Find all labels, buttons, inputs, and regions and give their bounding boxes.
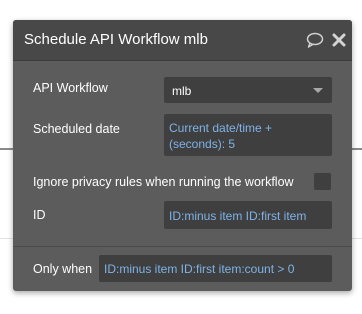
scheduled-date-label: Scheduled date <box>33 122 120 136</box>
panel-title: Schedule API Workflow mlb <box>24 31 208 48</box>
background-line <box>0 148 14 150</box>
id-field[interactable]: ID:minus item ID:first item <box>164 201 332 229</box>
chevron-down-icon <box>313 88 323 93</box>
divider <box>13 246 352 247</box>
comment-icon[interactable] <box>306 32 324 48</box>
only-when-label: Only when <box>33 262 93 276</box>
close-icon[interactable] <box>332 33 346 47</box>
scheduled-date-field[interactable]: Current date/time + (seconds): 5 <box>164 114 332 156</box>
api-workflow-value: mlb <box>172 84 192 98</box>
ignore-privacy-checkbox[interactable] <box>314 173 331 190</box>
panel-header[interactable]: Schedule API Workflow mlb <box>13 20 352 61</box>
api-workflow-dropdown[interactable]: mlb <box>164 77 332 103</box>
id-label: ID <box>33 208 46 222</box>
action-property-panel: Schedule API Workflow mlb API Workflow m… <box>13 20 352 291</box>
ignore-privacy-label: Ignore privacy rules when running the wo… <box>33 175 294 189</box>
api-workflow-label: API Workflow <box>33 81 108 95</box>
background-line <box>352 148 362 150</box>
only-when-field[interactable]: ID:minus item ID:first item:count > 0 <box>99 255 332 282</box>
